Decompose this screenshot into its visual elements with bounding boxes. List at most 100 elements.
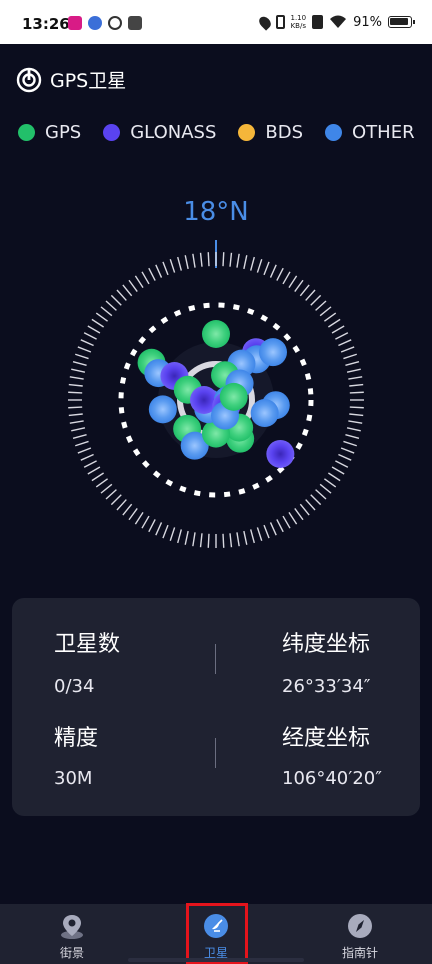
compass-tick	[122, 503, 133, 516]
nav-label-street-view: 街景	[59, 946, 84, 960]
compass-tick	[236, 532, 240, 547]
compass-tick	[338, 453, 352, 461]
compass-tick	[340, 346, 355, 353]
compass-tick	[288, 512, 298, 525]
legend-label-glonass: GLONASS	[130, 122, 217, 143]
compass-tick	[256, 527, 263, 541]
legend-item-bds: BDS	[238, 122, 303, 143]
constellation-legend: GPS GLONASS BDS OTHER	[18, 122, 428, 143]
nav-street-view[interactable]: 街景	[0, 904, 144, 964]
compass-tick	[305, 499, 316, 511]
compass-tick	[222, 252, 225, 267]
compass-tick	[110, 494, 122, 506]
compass-tick	[72, 434, 87, 439]
legend-item-gps: GPS	[18, 122, 81, 143]
compass-tick	[263, 261, 270, 276]
compass-tick	[83, 460, 97, 468]
latitude-value: 26°33′34″	[282, 676, 371, 697]
sync-icon	[108, 16, 122, 30]
compass-tick	[346, 427, 361, 432]
gps-info-card: 卫星数 0/34 纬度坐标 26°33′34″ 精度 30M 经度坐标 106°…	[12, 598, 420, 816]
compass-tick	[331, 466, 345, 475]
compass-tick	[134, 512, 144, 525]
compass-tick	[155, 522, 163, 536]
compass-tick	[222, 533, 225, 548]
satellite-marker-glonass	[266, 439, 295, 468]
page-title: GPS卫星	[50, 70, 127, 92]
compass-tick	[192, 532, 196, 547]
compass-tick	[148, 519, 156, 533]
compass-tick	[116, 499, 127, 511]
compass-tick	[128, 507, 138, 521]
vibrate-icon	[275, 15, 285, 29]
divider-top	[215, 644, 216, 674]
compass-tick	[87, 325, 101, 334]
satellite-marker-gps	[202, 320, 230, 348]
compass-tick	[75, 440, 89, 447]
compass-heading: 18°N	[183, 197, 249, 227]
legend-dot-bds	[238, 124, 256, 141]
compass-tick	[207, 533, 210, 548]
status-time: 13:26	[22, 15, 70, 33]
compass-tick	[343, 440, 357, 447]
compass-tick	[71, 427, 86, 432]
compass-tick	[199, 252, 203, 267]
nav-label-compass: 指南针	[341, 946, 378, 960]
compass-tick	[68, 413, 83, 417]
home-indicator[interactable]	[128, 958, 304, 962]
latitude-label: 纬度坐标	[282, 632, 371, 657]
compass-tick	[72, 361, 87, 366]
compass-tick	[349, 383, 364, 387]
compass-tick	[319, 306, 332, 317]
notification-icons	[68, 16, 142, 30]
compass-tick	[263, 524, 270, 539]
satellite-marker-other	[258, 338, 287, 367]
compass-tick	[207, 252, 210, 267]
battery-icon	[388, 16, 415, 28]
compass-tick	[134, 275, 144, 288]
compass-tick	[80, 339, 94, 347]
nav-compass[interactable]: 指南针	[288, 904, 432, 964]
satellite-marker-gps	[219, 382, 248, 411]
app-header: GPS卫星	[16, 66, 126, 93]
compass-tick	[310, 494, 322, 506]
selected-tab-highlight	[186, 903, 248, 964]
satellite-marker-other	[250, 399, 279, 428]
compass-tick	[310, 294, 322, 306]
compass-tick	[348, 420, 363, 424]
compass-tick	[184, 255, 189, 270]
compass-tick	[328, 318, 341, 328]
compass-tick	[177, 256, 182, 271]
compass-tick	[162, 261, 169, 276]
compass-tick	[141, 271, 150, 285]
compass-tick	[192, 253, 196, 268]
legend-label-other: OTHER	[352, 122, 415, 143]
compass-tick	[91, 472, 104, 482]
location-icon	[256, 13, 273, 31]
compass-tick	[77, 447, 92, 454]
compass-tick	[305, 289, 316, 301]
compass-tick	[184, 530, 189, 545]
compass-tick	[299, 503, 310, 516]
legend-item-other: OTHER	[325, 122, 415, 143]
compass-tick	[236, 253, 240, 268]
compass-tick	[229, 533, 233, 548]
satellite-marker-other	[148, 395, 177, 424]
compass-tick	[335, 332, 349, 340]
compass-tick	[256, 259, 263, 273]
compass-tick	[315, 300, 327, 311]
compass-tick	[250, 529, 255, 544]
compass-tick	[276, 267, 284, 281]
compass-tick	[299, 284, 310, 297]
compass-tick	[335, 460, 349, 468]
map-pin-icon	[61, 915, 83, 939]
compass-tick	[328, 472, 341, 482]
compass-tick	[71, 368, 86, 373]
compass-tick	[288, 275, 298, 288]
compass-tick	[105, 300, 117, 311]
compass-tick	[199, 533, 203, 548]
status-bar: 13:26 1.10 KB/s 91%	[0, 0, 432, 44]
compass-tick	[69, 376, 84, 380]
compass-tick	[122, 284, 133, 297]
compass-tick	[169, 527, 176, 541]
